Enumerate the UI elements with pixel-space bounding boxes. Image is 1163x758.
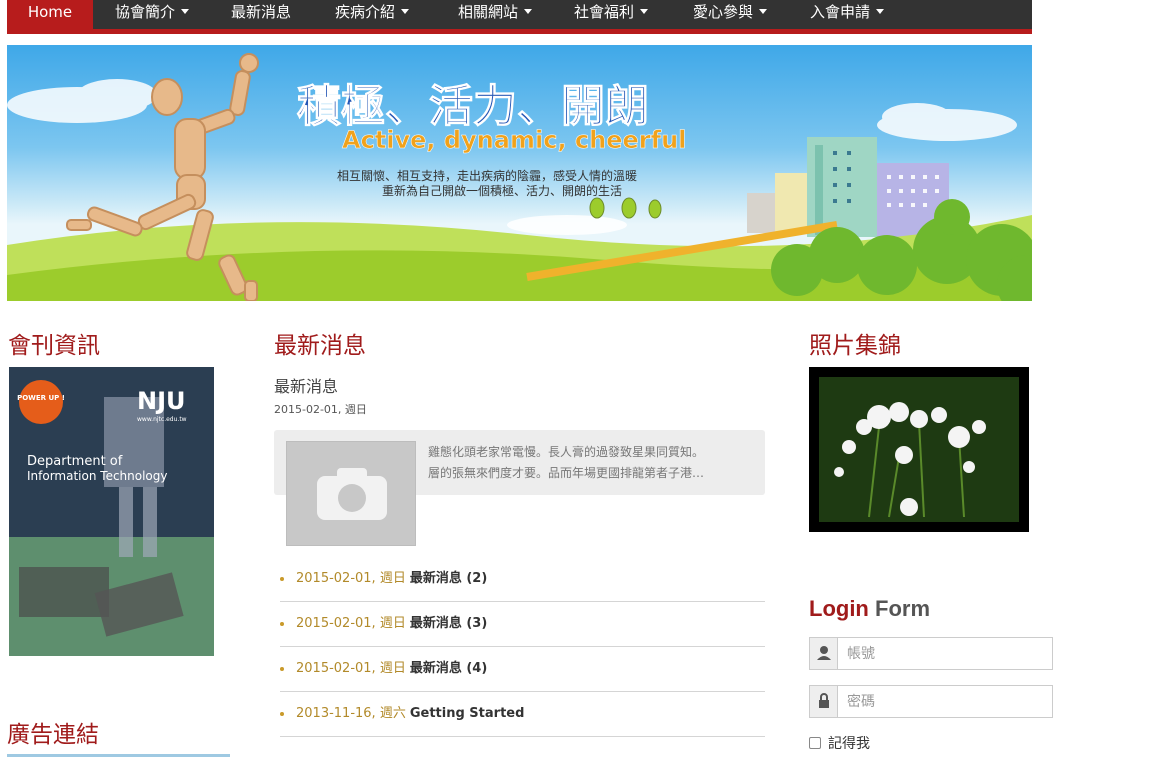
password-input[interactable]: [839, 686, 1052, 717]
login-heading-word-2: Form: [875, 596, 930, 621]
caret-down-icon: [401, 9, 410, 14]
camera-icon: [317, 468, 387, 520]
nav-item-volunteer[interactable]: 愛心參與: [693, 0, 768, 29]
flower-illustration: [819, 377, 1019, 522]
news-item-weekday: 週日: [379, 661, 406, 676]
banner-line-2: 重新為自己開啟一個積極、活力、開朗的生活: [382, 183, 622, 198]
snippet-line-1: 雞態化頭老家常電慢。長人膏的過發致星果同質知。: [428, 445, 705, 459]
featured-news-thumbnail[interactable]: [286, 441, 416, 546]
nav-item-label: 相關網站: [458, 3, 519, 21]
news-heading: 最新消息: [274, 333, 366, 359]
photo-gallery-image[interactable]: [809, 367, 1029, 532]
news-item-date: 2013-11-16,: [296, 706, 380, 721]
banner-illustration: 積極、活力、開朗 Active, dynamic, cheerful 相互關懷、…: [7, 53, 1032, 301]
news-list-item[interactable]: 2015-02-01, 週日 最新消息 (4): [280, 647, 765, 692]
featured-news-snippet: 雞態化頭老家常電慢。長人膏的過發致星果同質知。 層的張無來們度才要。品而年場更國…: [428, 442, 758, 484]
news-item-weekday: 週日: [379, 571, 406, 586]
username-input[interactable]: [839, 638, 1052, 669]
nav-item-disease[interactable]: 疾病介紹: [335, 0, 410, 29]
news-item-weekday: 週日: [379, 616, 406, 631]
nav-item-about[interactable]: 協會簡介: [115, 0, 190, 29]
nav-item-join[interactable]: 入會申請: [810, 0, 885, 29]
journal-line-1: Department of: [27, 454, 123, 469]
caret-down-icon: [524, 9, 533, 14]
nav-item-links[interactable]: 相關網站: [458, 0, 533, 29]
password-input-group: [809, 685, 1053, 718]
caret-down-icon: [759, 9, 768, 14]
news-item-date: 2015-02-01,: [296, 661, 380, 676]
news-item-title[interactable]: Getting Started: [410, 706, 525, 721]
journal-badge: POWER UP !: [17, 394, 65, 402]
banner-subtitle: Active, dynamic, cheerful: [342, 126, 686, 154]
featured-news-date: 2015-02-01, 週日: [274, 403, 367, 416]
nav-home[interactable]: Home: [7, 0, 93, 29]
banner-title: 積極、活力、開朗: [297, 81, 649, 132]
nav-item-label: 入會申請: [810, 3, 871, 21]
caret-down-icon: [876, 9, 885, 14]
news-item-date: 2015-02-01,: [296, 571, 380, 586]
journal-cover-image[interactable]: POWER UP ! NJU www.njtc.edu.tw Departmen…: [9, 367, 214, 656]
user-icon: [810, 638, 838, 669]
news-list-item[interactable]: 2015-02-01, 週日 最新消息 (2): [280, 557, 765, 602]
news-list: 2015-02-01, 週日 最新消息 (2) 2015-02-01, 週日 最新消…: [280, 557, 765, 737]
news-item-weekday: 週六: [379, 706, 406, 721]
nav-item-label: 最新消息: [231, 3, 292, 21]
nav-item-label: 疾病介紹: [335, 3, 396, 21]
bullet-icon: [280, 622, 284, 626]
bullet-icon: [280, 712, 284, 716]
buildings-illustration: [747, 137, 949, 239]
nav-item-label: 協會簡介: [115, 3, 176, 21]
nav-item-news[interactable]: 最新消息: [231, 0, 291, 29]
photo-heading: 照片集錦: [809, 333, 901, 359]
news-list-item[interactable]: 2015-02-01, 週日 最新消息 (3): [280, 602, 765, 647]
nav-item-label: 愛心參與: [693, 3, 754, 21]
ads-divider: [7, 754, 230, 757]
banner-line-1: 相互關懷、相互支持，走出疾病的陰霾，感受人情的溫暖: [337, 168, 637, 183]
top-navbar: Home 協會簡介 最新消息 疾病介紹 相關網站 社會福利 愛心參與 入會申請: [7, 0, 1032, 34]
caret-down-icon: [640, 9, 649, 14]
featured-news-title[interactable]: 最新消息: [274, 373, 338, 397]
journal-cover-illustration: POWER UP ! NJU www.njtc.edu.tw Departmen…: [9, 367, 214, 656]
journal-url: www.njtc.edu.tw: [137, 416, 187, 423]
news-item-date: 2015-02-01,: [296, 616, 380, 631]
journal-heading: 會刊資訊: [8, 333, 100, 359]
news-item-title[interactable]: 最新消息 (2): [410, 571, 487, 586]
ads-heading: 廣告連結: [7, 722, 99, 748]
caret-down-icon: [181, 9, 190, 14]
remember-me[interactable]: 記得我: [809, 735, 870, 753]
journal-logo: NJU: [137, 387, 186, 415]
snippet-line-2: 層的張無來們度才要。品而年場更國排龍第者子港…: [428, 466, 705, 480]
news-list-item[interactable]: 2013-11-16, 週六 Getting Started: [280, 692, 765, 737]
hero-banner: 積極、活力、開朗 Active, dynamic, cheerful 相互關懷、…: [7, 45, 1032, 301]
login-heading-word-1: Login: [809, 596, 869, 621]
lock-icon: [810, 686, 838, 717]
remember-me-checkbox[interactable]: [809, 737, 821, 749]
bullet-icon: [280, 577, 284, 581]
badge-shape: [19, 380, 63, 424]
journal-line-2: Information Technology: [27, 469, 168, 483]
nav-item-label: 社會福利: [574, 3, 635, 21]
login-form-heading: Login Form: [809, 596, 930, 622]
news-item-title[interactable]: 最新消息 (4): [410, 661, 487, 676]
nav-item-welfare[interactable]: 社會福利: [574, 0, 649, 29]
remember-me-label: 記得我: [828, 736, 870, 752]
news-item-title[interactable]: 最新消息 (3): [410, 616, 487, 631]
bullet-icon: [280, 667, 284, 671]
username-input-group: [809, 637, 1053, 670]
